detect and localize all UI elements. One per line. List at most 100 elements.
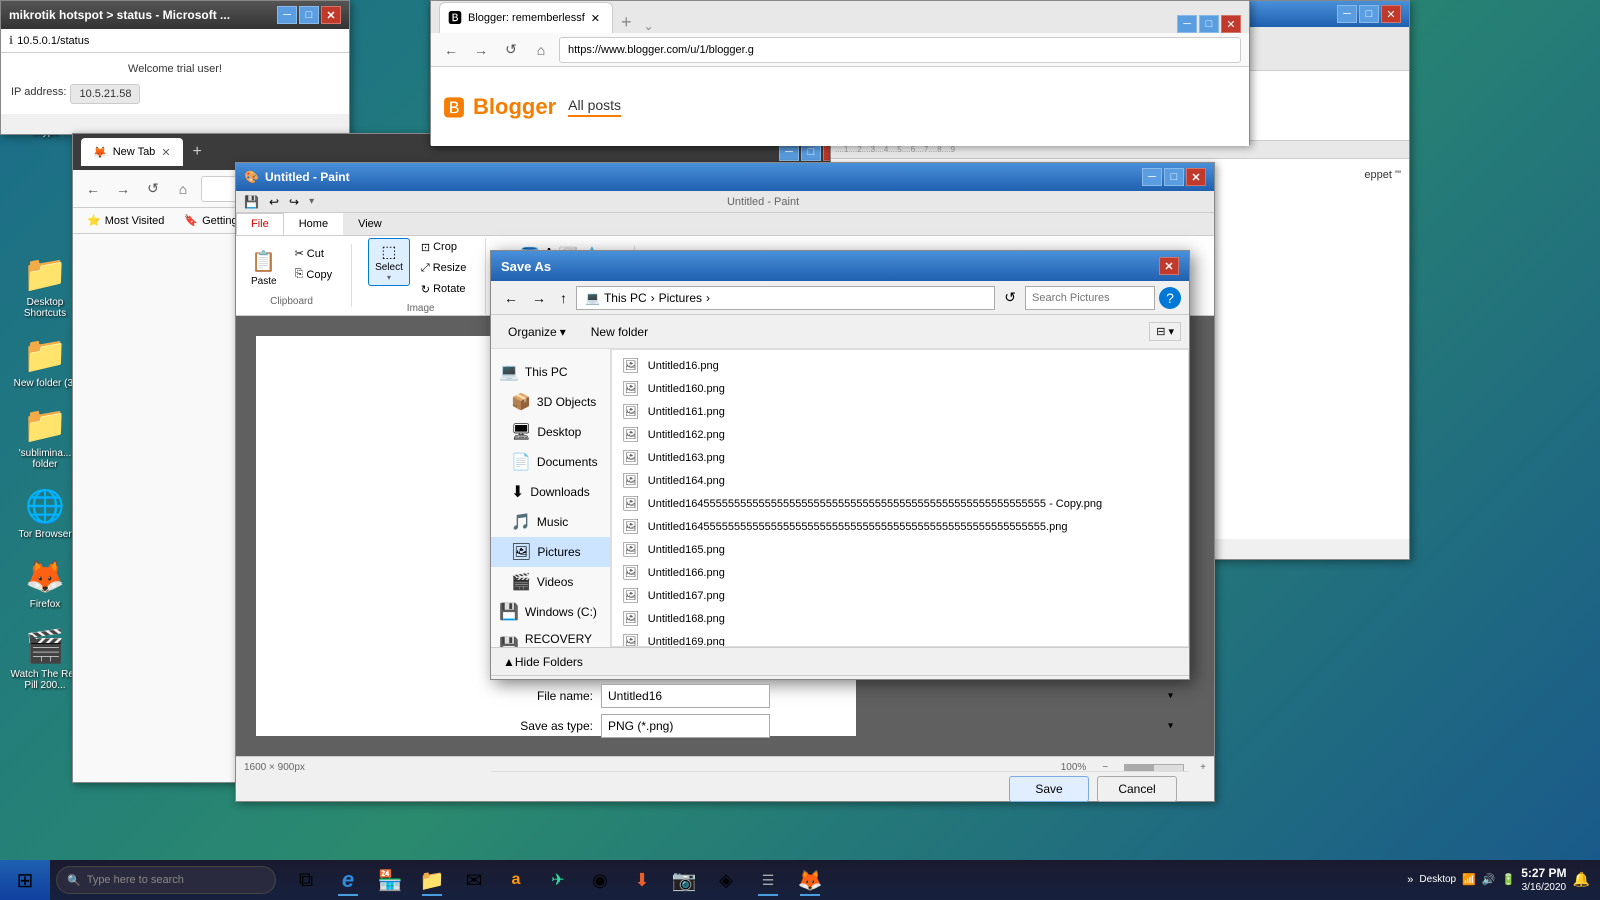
taskbar-volume-icon[interactable]: 🔊 bbox=[1482, 873, 1496, 886]
new-tab-btn[interactable]: + bbox=[613, 12, 640, 33]
filename-input[interactable] bbox=[601, 684, 770, 708]
saveas-up-btn[interactable]: ↑ bbox=[555, 287, 572, 309]
file-item[interactable]: 🖼Untitled1645555555555555555555555555555… bbox=[612, 492, 1188, 515]
sidebar-this-pc[interactable]: 💻 This PC bbox=[491, 357, 610, 387]
firefox-add-tab-btn[interactable]: + bbox=[187, 143, 208, 161]
blogger-home-btn[interactable]: ⌂ bbox=[529, 38, 553, 62]
sidebar-3d-objects[interactable]: 📦 3D Objects bbox=[491, 387, 610, 417]
taskbar-camera[interactable]: 📷 bbox=[664, 862, 704, 898]
organize-btn[interactable]: Organize ▾ bbox=[499, 322, 575, 342]
copy-btn[interactable]: ⎘ Copy bbox=[288, 265, 340, 284]
taskbar-tripadvisor[interactable]: ✈ bbox=[538, 862, 578, 898]
resize-btn[interactable]: ⤢ Resize bbox=[414, 259, 473, 278]
select-btn[interactable]: ⬚ Select ▾ bbox=[368, 238, 410, 286]
sidebar-music[interactable]: 🎵 Music bbox=[491, 507, 610, 537]
taskbar-mail[interactable]: ✉ bbox=[454, 862, 494, 898]
wordpad-minimize[interactable]: ─ bbox=[1337, 5, 1357, 23]
taskbar-app8[interactable]: ◉ bbox=[580, 862, 620, 898]
taskbar-task-view[interactable]: ⧉ bbox=[286, 862, 326, 898]
paint-home-tab[interactable]: Home bbox=[284, 213, 343, 235]
sidebar-videos[interactable]: 🎬 Videos bbox=[491, 567, 610, 597]
paint-save-icon[interactable]: 💾 bbox=[240, 193, 263, 211]
file-item[interactable]: 🖼Untitled164.png bbox=[612, 469, 1188, 492]
blogger-address-bar[interactable]: https://www.blogger.com/u/1/blogger.g bbox=[559, 37, 1241, 63]
paint-redo-icon[interactable]: ↪ bbox=[285, 193, 303, 211]
firefox-back-btn[interactable]: ← bbox=[81, 177, 105, 201]
breadcrumb-this-pc[interactable]: This PC bbox=[604, 291, 647, 305]
save-btn[interactable]: Save bbox=[1009, 776, 1089, 802]
mikrotik-minimize-btn[interactable]: ─ bbox=[277, 6, 297, 24]
sidebar-desktop[interactable]: 🖥 Desktop bbox=[491, 417, 610, 447]
firefox-forward-btn[interactable]: → bbox=[111, 177, 135, 201]
paint-minimize[interactable]: ─ bbox=[1142, 168, 1162, 186]
sidebar-documents[interactable]: 📄 Documents bbox=[491, 447, 610, 477]
taskbar-search-box[interactable]: 🔍 Type here to search bbox=[56, 866, 276, 894]
mikrotik-close-btn[interactable]: ✕ bbox=[321, 6, 341, 24]
taskbar-desktop-label[interactable]: Desktop bbox=[1419, 874, 1456, 885]
tab-overflow-btn[interactable]: ⌄ bbox=[640, 19, 658, 33]
taskbar-firefox-pinned[interactable]: 🦊 bbox=[790, 862, 830, 898]
blogger-window[interactable]: 🅱 Blogger: rememberlessf ✕ + ⌄ ─ □ ✕ ← →… bbox=[430, 0, 1250, 145]
saveas-filelist[interactable]: 🖼Untitled16.png🖼Untitled160.png 🖼Untitled… bbox=[611, 349, 1189, 647]
taskbar-chevron[interactable]: » bbox=[1407, 874, 1413, 886]
taskbar-file-explorer[interactable]: 📁 bbox=[412, 862, 452, 898]
breadcrumb-pictures[interactable]: Pictures bbox=[659, 291, 702, 305]
savetype-input[interactable] bbox=[601, 714, 770, 738]
sidebar-pictures[interactable]: 🖼 Pictures bbox=[491, 537, 610, 567]
savetype-dropdown-btn[interactable]: ▾ bbox=[1168, 721, 1173, 732]
firefox-new-tab[interactable]: 🦊 New Tab ✕ bbox=[81, 138, 183, 166]
firefox-tab-close-btn[interactable]: ✕ bbox=[161, 146, 170, 159]
saveas-forward-btn[interactable]: → bbox=[527, 287, 551, 309]
mikrotik-window[interactable]: mikrotik hotspot > status - Microsoft ..… bbox=[0, 0, 350, 135]
blogger-refresh-btn[interactable]: ↺ bbox=[499, 38, 523, 62]
blogger-all-posts[interactable]: All posts bbox=[568, 97, 621, 117]
hide-folders-bar[interactable]: ▲ Hide Folders bbox=[491, 647, 1189, 675]
most-visited-bookmark[interactable]: ⭐ Most Visited bbox=[81, 212, 170, 229]
sidebar-downloads[interactable]: ⬇ Downloads bbox=[491, 477, 610, 507]
blogger-minimize[interactable]: ─ bbox=[1177, 15, 1197, 33]
taskbar-bittorrent[interactable]: ⬇ bbox=[622, 862, 662, 898]
rotate-btn[interactable]: ↻ Rotate bbox=[414, 280, 473, 299]
taskbar-notification-btn[interactable]: 🔔 bbox=[1573, 871, 1590, 888]
saveas-help-btn[interactable]: ? bbox=[1159, 287, 1181, 309]
mikrotik-maximize-btn[interactable]: □ bbox=[299, 6, 319, 24]
file-item[interactable]: 🖼Untitled160.png bbox=[612, 377, 1188, 400]
paint-zoom-in[interactable]: + bbox=[1200, 762, 1206, 773]
saveas-refresh-btn[interactable]: ↺ bbox=[999, 286, 1021, 309]
taskbar-amazon[interactable]: a bbox=[496, 862, 536, 898]
blogger-maximize[interactable]: □ bbox=[1199, 15, 1219, 33]
blogger-tab[interactable]: 🅱 Blogger: rememberlessf ✕ bbox=[439, 2, 613, 33]
paint-close[interactable]: ✕ bbox=[1186, 168, 1206, 186]
file-item[interactable]: 🖼Untitled165.png bbox=[612, 538, 1188, 561]
sidebar-windows-c[interactable]: 💾 Windows (C:) bbox=[491, 597, 610, 627]
sidebar-recovery-d[interactable]: 💾 RECOVERY (D: bbox=[491, 627, 610, 647]
file-item[interactable]: 🖼Untitled167.png bbox=[612, 584, 1188, 607]
firefox-refresh-btn[interactable]: ↺ bbox=[141, 177, 165, 201]
saveas-close-btn[interactable]: ✕ bbox=[1159, 257, 1179, 275]
paint-view-tab[interactable]: View bbox=[343, 213, 397, 235]
taskbar-store[interactable]: 🏪 bbox=[370, 862, 410, 898]
file-item[interactable]: 🖼Untitled16.png bbox=[612, 354, 1188, 377]
taskbar-app10[interactable]: ◈ bbox=[706, 862, 746, 898]
blogger-tab-close[interactable]: ✕ bbox=[591, 12, 600, 25]
breadcrumb-bar[interactable]: 💻 This PC › Pictures › bbox=[576, 286, 995, 310]
paste-btn[interactable]: 📋 Paste bbox=[244, 244, 284, 292]
blogger-back-btn[interactable]: ← bbox=[439, 38, 463, 62]
wordpad-maximize[interactable]: □ bbox=[1359, 5, 1379, 23]
paint-maximize[interactable]: □ bbox=[1164, 168, 1184, 186]
saveas-back-btn[interactable]: ← bbox=[499, 287, 523, 309]
taskbar-app11[interactable]: ☰ bbox=[748, 862, 788, 898]
view-btn[interactable]: ⊟ ▾ bbox=[1149, 322, 1181, 341]
file-item[interactable]: 🖼Untitled169.png bbox=[612, 630, 1188, 647]
saveas-search[interactable] bbox=[1025, 286, 1155, 310]
firefox-home-btn[interactable]: ⌂ bbox=[171, 177, 195, 201]
file-item[interactable]: 🖼Untitled1645555555555555555555555555555… bbox=[612, 515, 1188, 538]
wordpad-close[interactable]: ✕ bbox=[1381, 5, 1401, 23]
crop-btn[interactable]: ⊡ Crop bbox=[414, 238, 473, 257]
file-item[interactable]: 🖼Untitled162.png bbox=[612, 423, 1188, 446]
paint-file-tab[interactable]: File bbox=[236, 213, 284, 235]
filename-dropdown-btn[interactable]: ▾ bbox=[1168, 691, 1173, 702]
taskbar-edge[interactable]: e bbox=[328, 862, 368, 898]
file-item[interactable]: 🖼Untitled168.png bbox=[612, 607, 1188, 630]
cancel-btn[interactable]: Cancel bbox=[1097, 776, 1177, 802]
